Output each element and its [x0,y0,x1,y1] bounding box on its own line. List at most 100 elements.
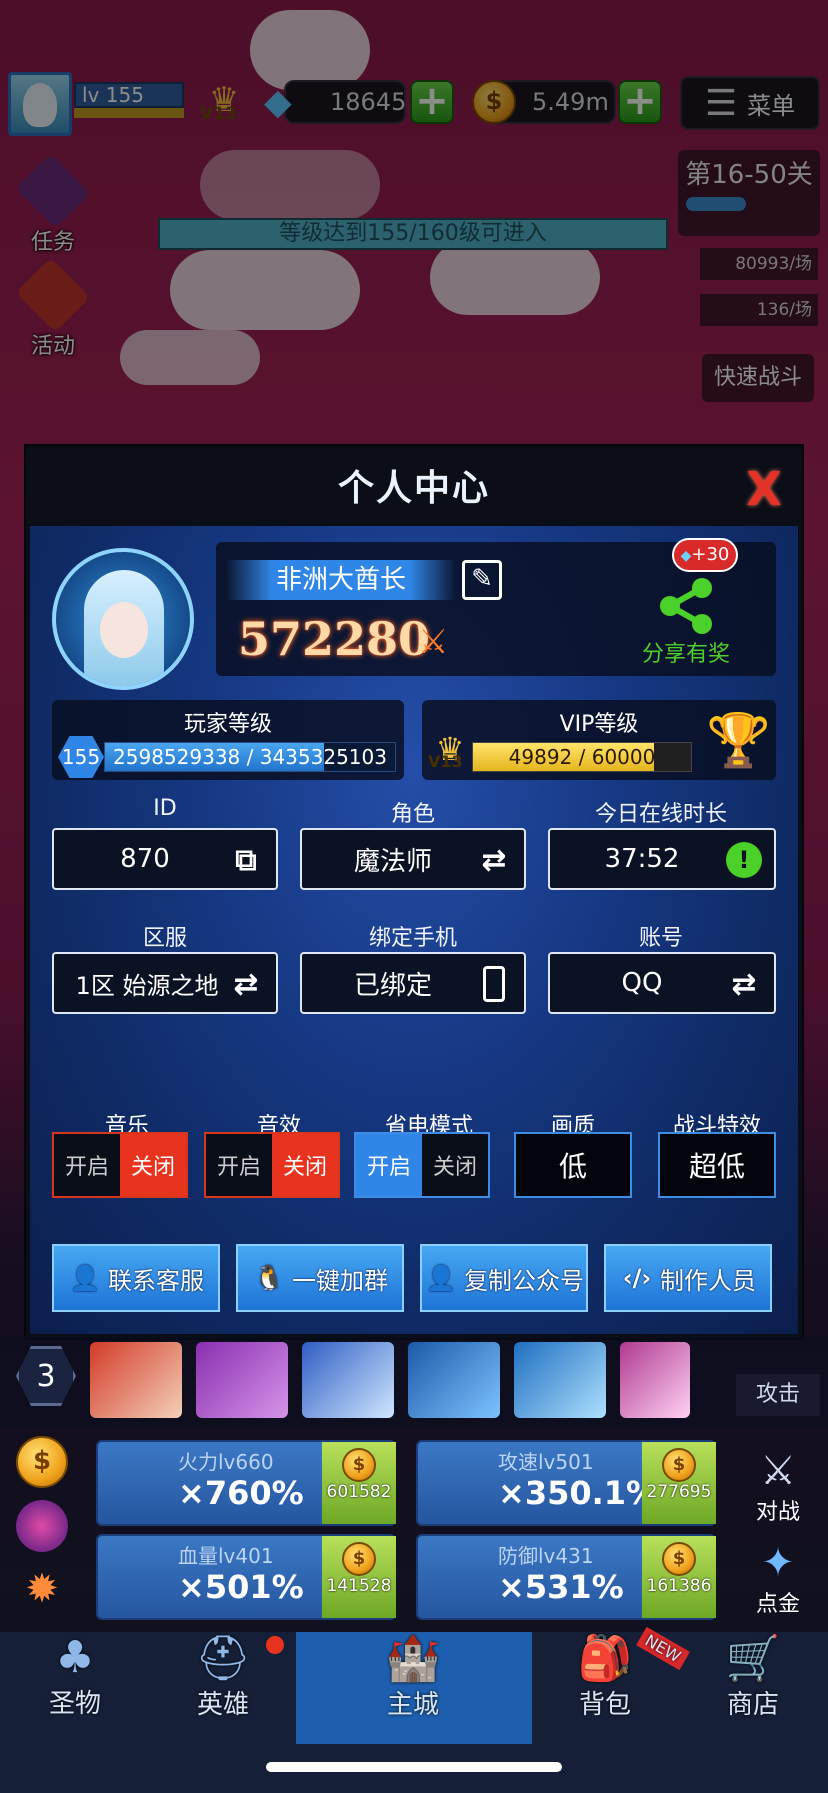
skill-slot[interactable] [514,1342,606,1418]
alert-icon[interactable]: ! [726,842,762,878]
copy-icon[interactable]: ⧉ [228,842,264,878]
code-icon: ‹/› [622,1264,652,1292]
qq-icon: 🐧 [254,1264,284,1292]
player-level-label: 玩家等级 [183,712,272,737]
power-saving-toggle[interactable]: 开启 关闭 [354,1132,490,1198]
vortex-icon[interactable] [16,1500,68,1552]
skill-slot[interactable] [302,1342,394,1418]
switch-icon[interactable]: ⇄ [228,966,264,1002]
trophy-icon[interactable]: 🏆 [706,710,771,771]
contact-support-button[interactable]: 👤 联系客服 [52,1244,220,1312]
cart-icon: 🛒 [725,1633,781,1684]
switch-icon[interactable]: ⇄ [476,842,512,878]
gem-icon: ◆ [680,548,692,564]
castle-icon: 🏰 [385,1633,441,1684]
support-icon: 👤 [70,1264,100,1292]
alchemy-icon: ✦ [761,1540,795,1586]
gold-boost-icon[interactable]: $ [16,1436,68,1488]
edit-name-icon[interactable]: ✎ [462,560,502,600]
id-label: ID [153,796,177,821]
online-time-label: 今日在线时长 [594,802,727,827]
player-exp-bar: 2598529338 / 3435325103 [104,742,396,772]
clover-icon: ♣ [55,1632,95,1683]
def-cost-box[interactable]: $ 161386 [642,1536,716,1618]
account-label: 账号 [638,926,683,951]
quality-select[interactable]: 低 [514,1132,632,1198]
quality-value: 低 [558,1150,587,1183]
def-label: 防御lv431 [498,1544,594,1568]
tab-main-city-label: 主城 [386,1690,439,1720]
coin-icon: $ [662,1542,696,1576]
share-button[interactable]: 分享有奖 ◆+30 [606,538,766,668]
phone-label: 绑定手机 [368,926,457,951]
sfx-off[interactable]: 关闭 [272,1134,338,1196]
tab-bag[interactable]: 🎒 背包 NEW [530,1626,690,1744]
def-cost: 161386 [646,1576,712,1596]
speed-cost-box[interactable]: $ 277695 [642,1442,716,1524]
id-field: 870 ⧉ [52,828,278,890]
music-on[interactable]: 开启 [54,1134,120,1196]
power-saving-on[interactable]: 开启 [356,1134,422,1196]
fire-label: 火力lv660 [178,1450,274,1474]
swords-icon: ⚔ [760,1448,796,1494]
music-off[interactable]: 关闭 [120,1134,186,1196]
battle-button[interactable]: ⚔ 对战 [736,1448,820,1528]
coin-icon: $ [342,1448,376,1482]
account-field[interactable]: QQ ⇄ [548,952,776,1014]
vip-crown-icon: ♛ V13 [428,730,465,771]
online-time-field: 37:52 ! [548,828,776,890]
switch-icon[interactable]: ⇄ [726,966,762,1002]
profile-avatar[interactable] [52,548,194,690]
skill-slot[interactable] [620,1342,690,1418]
server-field[interactable]: 1区 始源之地 ⇄ [52,952,278,1014]
hp-cost-box[interactable]: $ 141528 [322,1536,396,1618]
role-field[interactable]: 魔法师 ⇄ [300,828,526,890]
speed-upgrade-card[interactable]: 攻速lv501 ×350.1% $ 277695 [416,1440,716,1526]
effects-select[interactable]: 超低 [658,1132,776,1198]
vip-exp-text: 49892 / 60000 [508,745,656,769]
leaf-icon[interactable]: ✹ [16,1566,68,1618]
music-toggle[interactable]: 开启 关闭 [52,1132,188,1198]
player-exp-text: 2598529338 / 3435325103 [113,745,387,769]
close-button[interactable]: X [742,466,786,512]
tab-shop[interactable]: 🛒 商店 [678,1632,828,1744]
speed-cost: 277695 [646,1482,712,1502]
server-value: 1区 始源之地 [75,971,219,1000]
fire-value: ×760% [178,1474,304,1512]
swords-icon: ⚔ [418,622,449,662]
share-icon [656,576,716,636]
vip-level-panel: VIP等级 ♛ V13 49892 / 60000 🏆 [422,700,776,780]
level-badge: 155 [58,736,104,778]
notification-dot [266,1636,284,1654]
skill-slot[interactable] [196,1342,288,1418]
fire-cost-box[interactable]: $ 601582 [322,1442,396,1524]
skill-slot[interactable] [90,1342,182,1418]
online-time-value: 37:52 [604,844,680,874]
tab-main-city[interactable]: 🏰 主城 [338,1632,488,1744]
sfx-toggle[interactable]: 开启 关闭 [204,1132,340,1198]
contact-support-label: 联系客服 [108,1266,204,1295]
player-level-value: 155 [61,745,101,769]
phone-field[interactable]: 已绑定 [300,952,526,1014]
tab-heroes[interactable]: ⛑ 英雄 [148,1632,298,1744]
join-group-button[interactable]: 🐧 一键加群 [236,1244,404,1312]
share-bonus-badge: ◆+30 [672,538,738,572]
profile-dialog: 个人中心 X 非洲大酋长 ✎ 572280 ⚔ 分享有奖 ◆+30 玩家等级 1… [24,444,804,1340]
fire-upgrade-card[interactable]: 火力lv660 ×760% $ 601582 [96,1440,396,1526]
credits-button[interactable]: ‹/› 制作人员 [604,1244,772,1312]
player-name: 非洲大酋长 [275,565,406,595]
dialog-body: 非洲大酋长 ✎ 572280 ⚔ 分享有奖 ◆+30 玩家等级 155 2598… [30,526,798,1334]
hp-upgrade-card[interactable]: 血量lv401 ×501% $ 141528 [96,1534,396,1620]
vip-exp-bar: 49892 / 60000 [472,742,692,772]
credits-label: 制作人员 [660,1266,756,1295]
role-value: 魔法师 [353,846,432,877]
tab-relics[interactable]: ♣ 圣物 [0,1632,150,1744]
sfx-on[interactable]: 开启 [206,1134,272,1196]
def-upgrade-card[interactable]: 防御lv431 ×531% $ 161386 [416,1534,716,1620]
skill-slot[interactable] [408,1342,500,1418]
power-saving-off[interactable]: 关闭 [422,1134,488,1196]
tab-bag-label: 背包 [578,1690,631,1720]
attack-button[interactable]: 攻击 [736,1374,820,1416]
copy-account-button[interactable]: 👤 复制公众号 [420,1244,588,1312]
alchemy-button[interactable]: ✦ 点金 [736,1540,820,1620]
